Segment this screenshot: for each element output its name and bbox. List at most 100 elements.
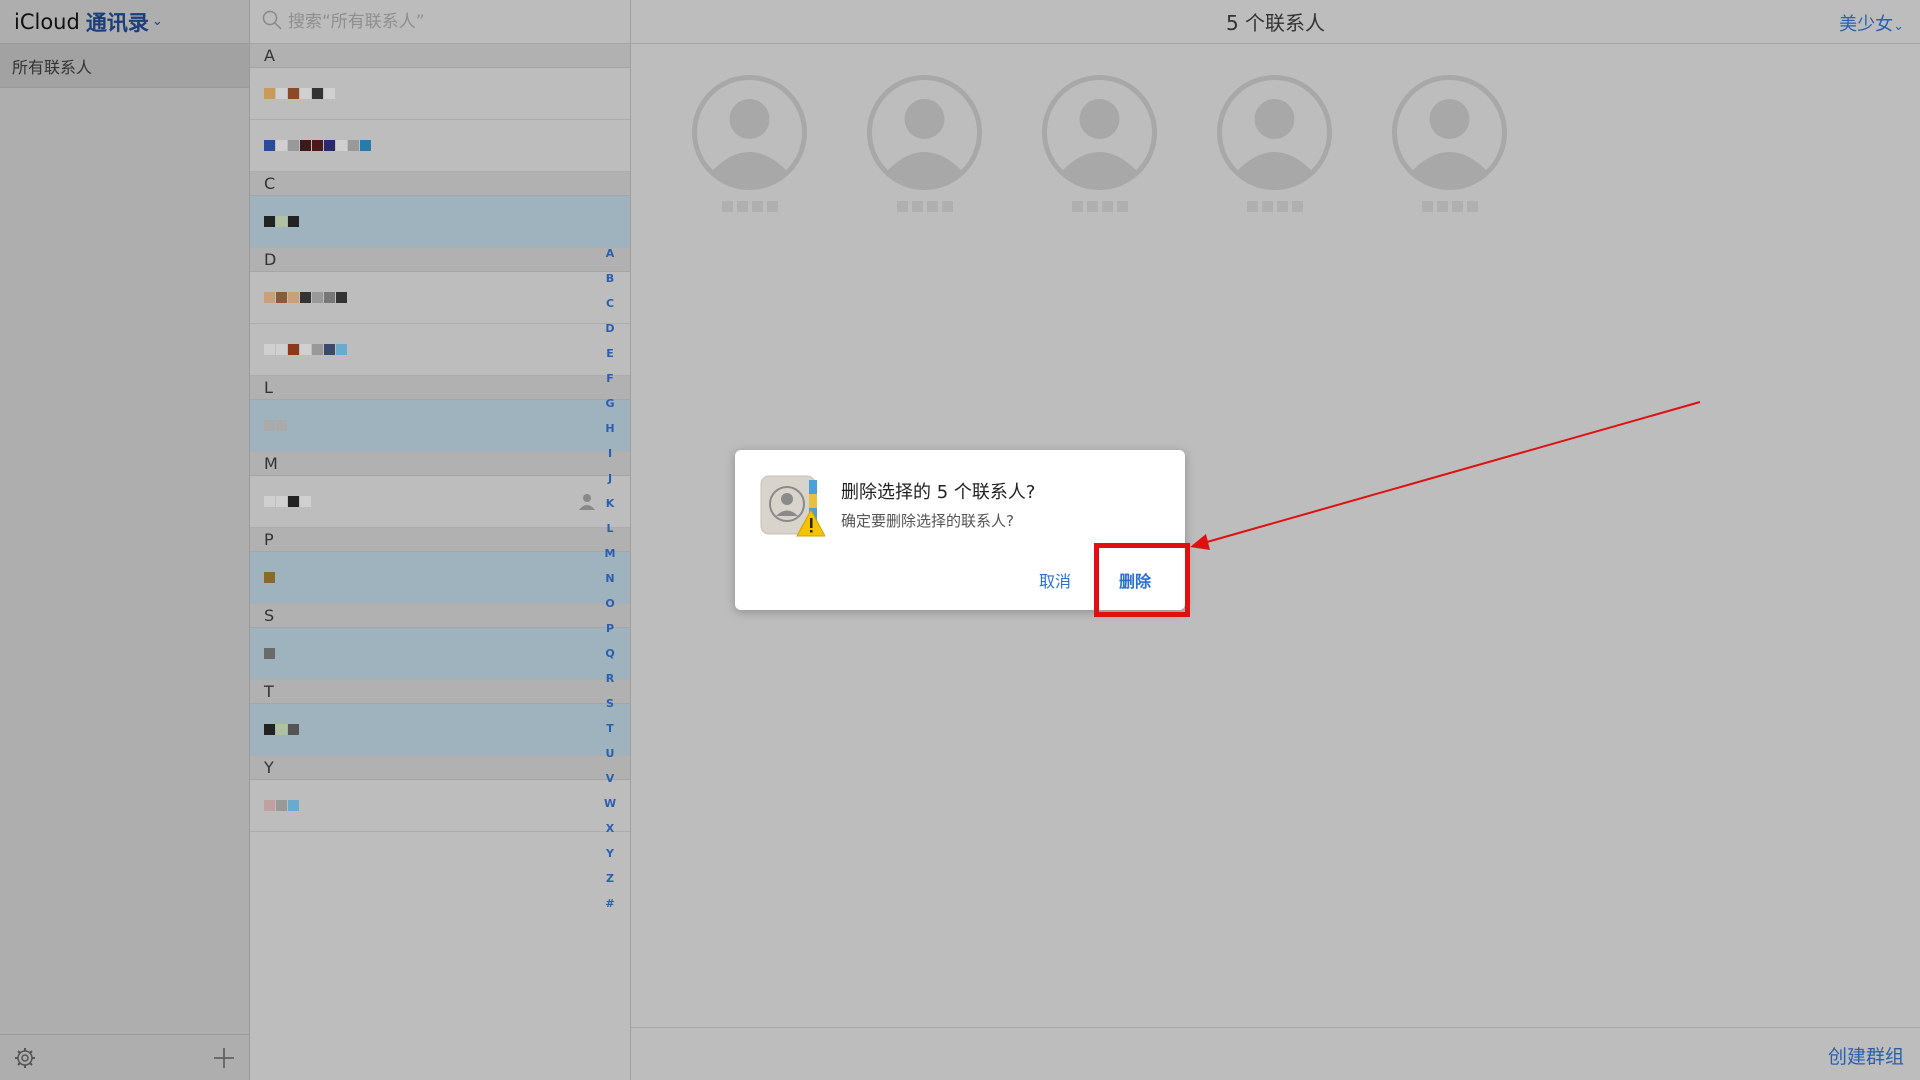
index-letter[interactable]: I	[608, 448, 612, 473]
dialog-title: 删除选择的 5 个联系人?	[841, 482, 1036, 503]
index-letter[interactable]: W	[604, 798, 616, 823]
index-letter[interactable]: L	[606, 523, 613, 548]
sidebar: iCloud 通讯录 ⌄ 所有联系人	[0, 0, 250, 1080]
blurred-name-fragment	[264, 216, 275, 227]
person-icon	[1217, 75, 1332, 190]
contact-row[interactable]	[250, 780, 630, 832]
contact-avatar-card	[1041, 74, 1158, 212]
contact-avatar-card	[1391, 74, 1508, 212]
blurred-name-fragment	[276, 216, 287, 227]
cancel-button[interactable]: 取消	[1039, 568, 1071, 592]
blurred-name-fragment	[324, 140, 335, 151]
contact-row[interactable]	[250, 68, 630, 120]
section-header: D	[250, 248, 630, 272]
blurred-name-fragment	[276, 344, 287, 355]
sidebar-footer	[0, 1034, 249, 1080]
index-letter[interactable]: G	[605, 398, 614, 423]
add-icon[interactable]	[213, 1047, 235, 1069]
index-letter[interactable]: Z	[606, 873, 614, 898]
blurred-name-fragment	[300, 140, 311, 151]
blurred-name-fragment	[300, 292, 311, 303]
person-icon	[1392, 75, 1507, 190]
index-letter[interactable]: Q	[605, 648, 614, 673]
contact-list-pane: ACDLMPSTY ABCDEFGHIJKLMNOPQRSTUVWXYZ#	[250, 0, 631, 1080]
contact-row[interactable]	[250, 324, 630, 376]
blurred-name-fragment	[264, 140, 275, 151]
index-letter[interactable]: #	[605, 898, 614, 923]
blurred-name	[1246, 201, 1303, 212]
index-letter[interactable]: R	[606, 673, 614, 698]
contact-avatar-card	[866, 74, 983, 212]
blurred-name-fragment	[288, 496, 299, 507]
index-letter[interactable]: V	[606, 773, 615, 798]
index-letter[interactable]: X	[606, 823, 614, 848]
gear-icon[interactable]	[14, 1047, 36, 1069]
index-letter[interactable]: K	[606, 498, 615, 523]
index-letter[interactable]: J	[608, 473, 612, 498]
blurred-name-fragment	[312, 292, 323, 303]
index-letter[interactable]: E	[606, 348, 614, 373]
blurred-name-fragment	[264, 496, 275, 507]
index-letter[interactable]: F	[606, 373, 614, 398]
section-header: T	[250, 680, 630, 704]
blurred-name-fragment	[276, 88, 287, 99]
contact-row[interactable]	[250, 552, 630, 604]
app-name-label: 通讯录	[85, 10, 149, 35]
dialog-message: 确定要删除选择的联系人?	[841, 512, 1014, 530]
contact-row[interactable]	[250, 272, 630, 324]
blurred-name-fragment	[264, 648, 275, 659]
contact-row[interactable]	[250, 628, 630, 680]
contact-row[interactable]	[250, 704, 630, 756]
contact-row[interactable]	[250, 120, 630, 172]
user-menu[interactable]: 美少女⌄	[1839, 10, 1904, 36]
create-group-button[interactable]: 创建群组	[1828, 1042, 1904, 1069]
brand-label: iCloud	[14, 9, 80, 34]
index-letter[interactable]: B	[606, 273, 614, 298]
search-input[interactable]	[288, 11, 588, 32]
person-icon	[1042, 75, 1157, 190]
index-letter[interactable]: D	[605, 323, 614, 348]
contact-row[interactable]	[250, 196, 630, 248]
person-icon	[578, 492, 596, 514]
blurred-name-fragment	[264, 724, 275, 735]
index-letter[interactable]: O	[605, 598, 614, 623]
index-letter[interactable]: P	[606, 623, 614, 648]
annotation-arrow	[1190, 401, 1701, 550]
index-letter[interactable]: N	[605, 573, 614, 598]
app-switcher[interactable]: iCloud 通讯录 ⌄	[0, 0, 249, 44]
sidebar-item-label: 所有联系人	[12, 57, 93, 77]
section-header: M	[250, 452, 630, 476]
index-letter[interactable]: A	[606, 248, 615, 273]
blurred-name-fragment	[336, 292, 347, 303]
person-icon	[867, 75, 982, 190]
index-letter[interactable]: C	[606, 298, 614, 323]
blurred-name-fragment	[276, 292, 287, 303]
blurred-name-fragment	[300, 88, 311, 99]
blurred-name-fragment	[324, 88, 335, 99]
alphabet-index: A B C D E F G H I J K L M N O P Q R S T U V W X Y Z #	[604, 248, 616, 923]
user-name: 美少女	[1839, 14, 1894, 35]
search-bar	[250, 0, 630, 44]
chevron-down-icon: ⌄	[1893, 19, 1904, 34]
blurred-name-fragment	[276, 496, 287, 507]
contacts-warning-icon	[759, 474, 826, 542]
section-header: C	[250, 172, 630, 196]
blurred-name	[1071, 201, 1128, 212]
section-header: S	[250, 604, 630, 628]
annotation-highlight-box	[1094, 543, 1190, 617]
blurred-name-fragment	[312, 140, 323, 151]
index-letter[interactable]: Y	[606, 848, 614, 873]
blurred-name-fragment	[336, 344, 347, 355]
blurred-name-fragment	[264, 572, 275, 583]
section-header: Y	[250, 756, 630, 780]
index-letter[interactable]: H	[605, 423, 614, 448]
contact-row[interactable]	[250, 476, 630, 528]
detail-footer: 创建群组	[631, 1027, 1920, 1080]
blurred-name-fragment	[312, 88, 323, 99]
index-letter[interactable]: T	[606, 723, 614, 748]
contact-row[interactable]	[250, 400, 630, 452]
index-letter[interactable]: M	[605, 548, 616, 573]
index-letter[interactable]: U	[606, 748, 615, 773]
index-letter[interactable]: S	[606, 698, 614, 723]
sidebar-item-all-contacts[interactable]: 所有联系人	[0, 44, 249, 88]
